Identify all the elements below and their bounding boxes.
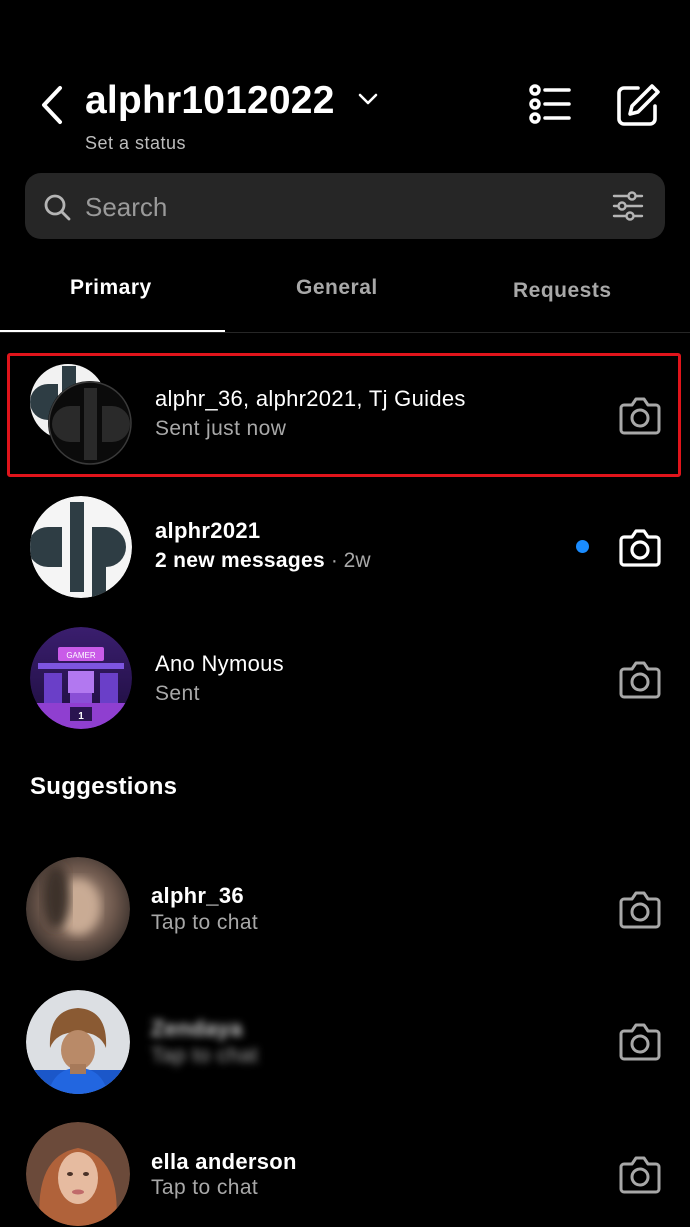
avatar [26,857,130,961]
svg-text:1: 1 [78,711,84,722]
filter-sliders-icon[interactable] [610,188,646,224]
tab-divider [0,332,690,333]
suggestions-heading: Suggestions [30,773,178,800]
camera-icon[interactable] [618,888,662,930]
camera-icon[interactable] [618,1153,662,1195]
suggestion-name: ella anderson [151,1149,297,1174]
thread-name: alphr2021 [155,518,261,543]
avatar: GAMER 1 [30,627,132,729]
thread-time: · 2w [330,549,371,572]
list-icon[interactable] [527,82,573,126]
active-tab-indicator [0,330,225,332]
avatar [26,1122,130,1226]
thread-name: alphr_36, alphr2021, Tj Guides [155,386,466,411]
search-icon [44,194,71,221]
set-status-link[interactable]: Set a status [85,133,186,154]
thread-subtitle: Sent [155,682,200,705]
back-arrow-icon[interactable] [34,82,74,128]
search-input[interactable] [85,190,585,224]
camera-icon[interactable] [618,526,662,568]
suggestion-subtitle: Tap to chat [151,1044,259,1067]
tab-primary[interactable]: Primary [70,276,152,300]
suggestion-subtitle: Tap to chat [151,911,259,934]
avatar [26,990,130,1094]
suggestion-subtitle: Tap to chat [151,1176,259,1199]
thread-subtitle: Sent just now [155,417,287,440]
camera-icon[interactable] [618,1020,662,1062]
suggestion-name: Zendaya [151,1016,243,1041]
unread-count-text: 2 new messages [155,549,325,572]
group-avatar [30,364,132,465]
avatar [30,496,132,598]
tab-general[interactable]: General [296,276,378,300]
camera-icon[interactable] [618,658,662,700]
svg-text:GAMER: GAMER [66,651,96,660]
chevron-down-icon[interactable] [356,90,380,108]
camera-icon[interactable] [618,394,662,436]
tab-requests[interactable]: Requests [513,279,612,303]
unread-indicator [576,540,589,553]
compose-icon[interactable] [614,82,662,128]
account-switcher-title[interactable]: alphr1012022 [85,76,335,126]
suggestion-name: alphr_36 [151,883,244,908]
thread-name: Ano Nymous [155,651,284,676]
thread-subtitle: 2 new messages · 2w [155,549,371,573]
